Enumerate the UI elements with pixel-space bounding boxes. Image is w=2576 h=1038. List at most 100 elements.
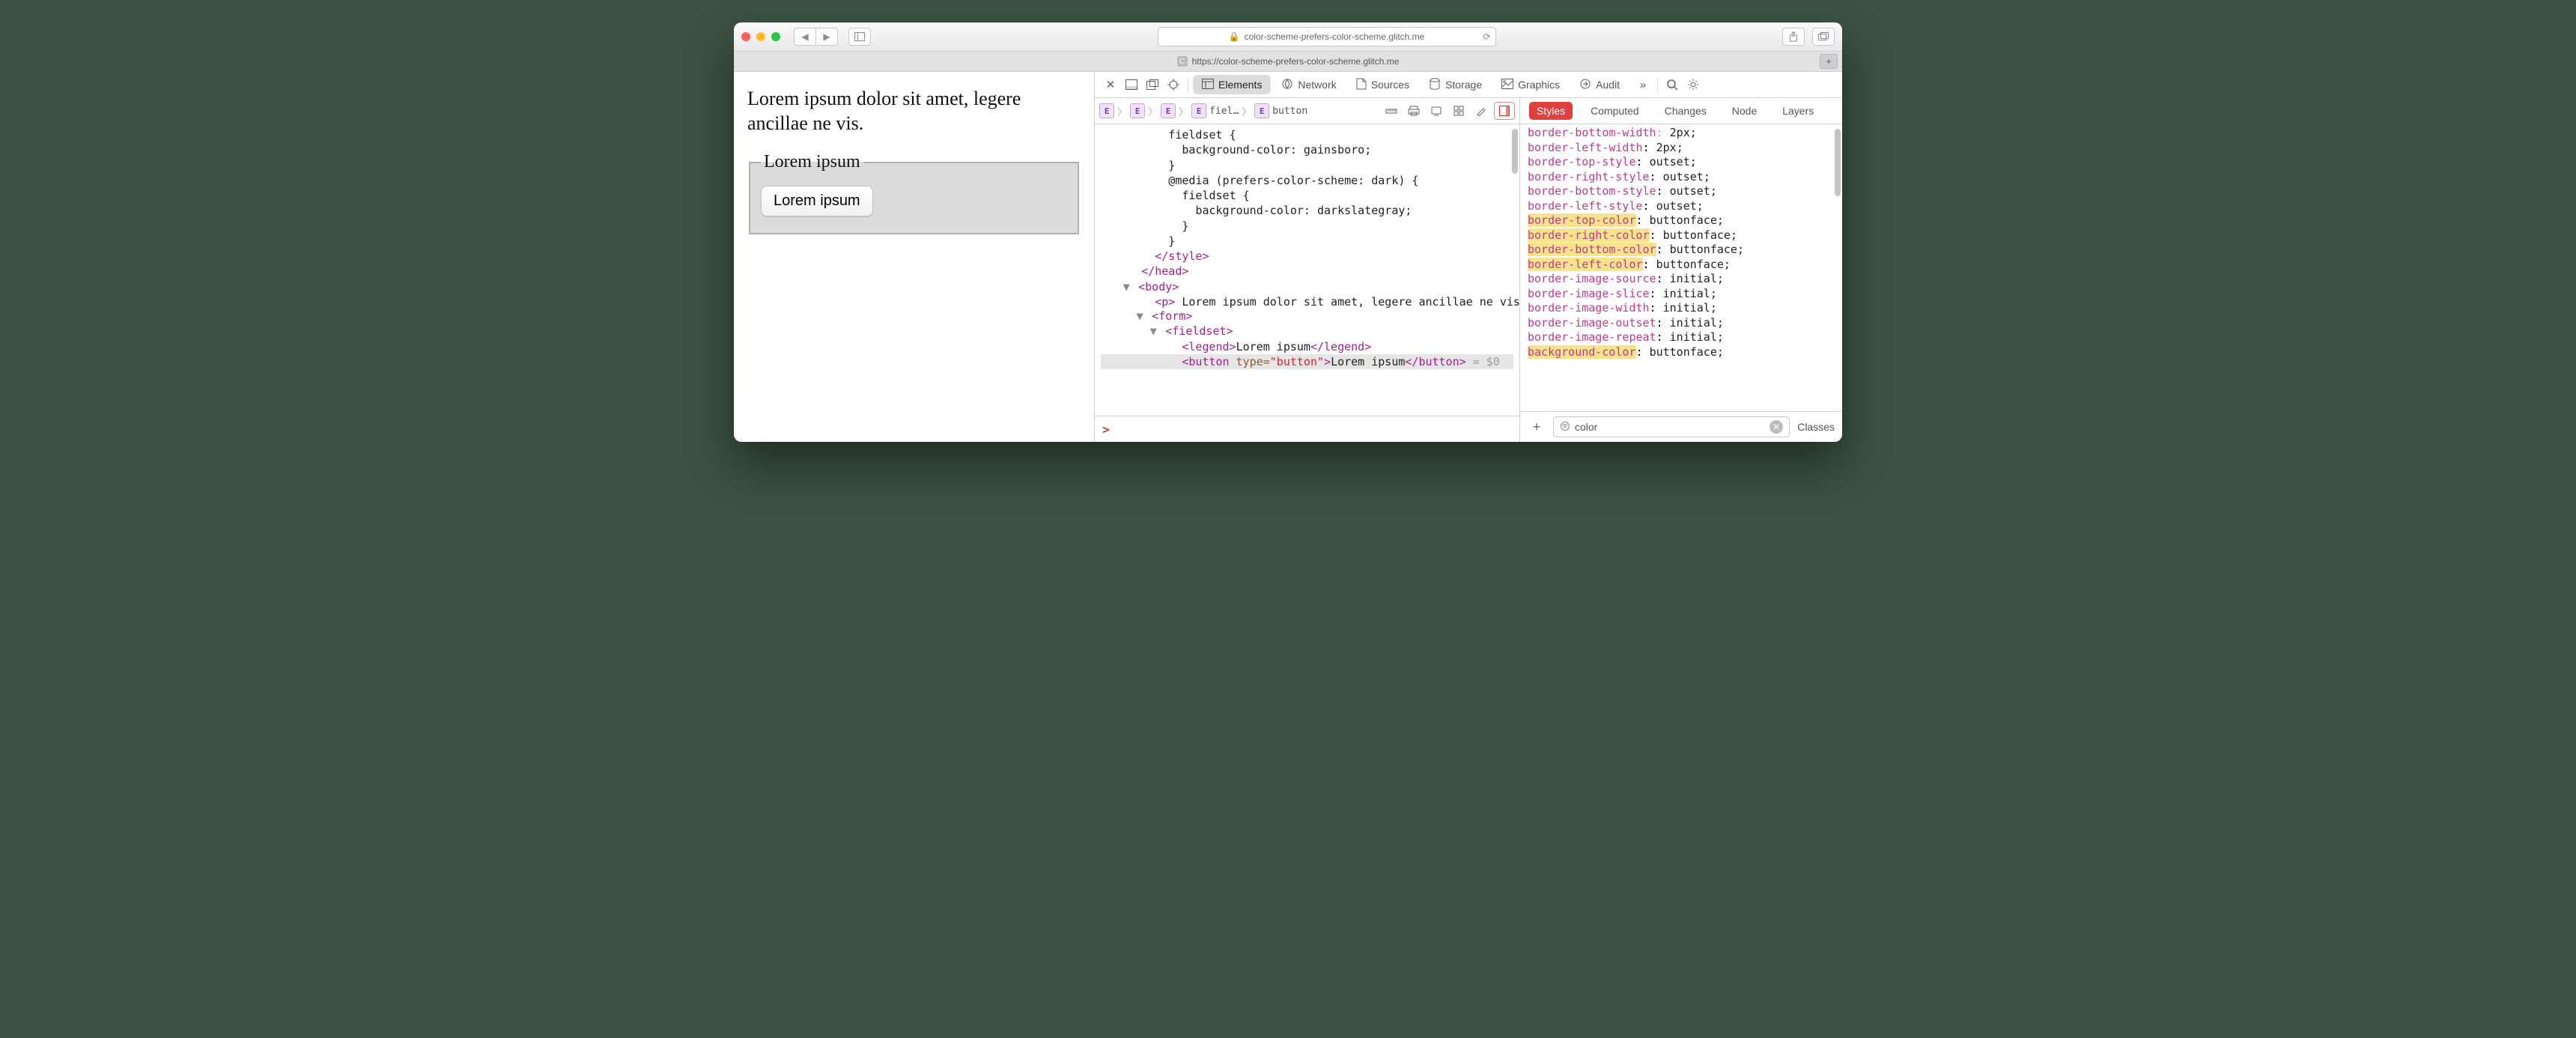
titlebar: ◀ ▶ 🔒 color-scheme-prefers-color-scheme.… [734, 22, 1842, 52]
styles-tab-styles[interactable]: Styles [1529, 102, 1573, 120]
breadcrumb-item[interactable]: E〉 [1130, 103, 1158, 118]
grid-icon[interactable] [1449, 103, 1468, 119]
search-inspector-button[interactable] [1662, 76, 1682, 94]
tab-storage[interactable]: Storage [1420, 75, 1491, 94]
dom-line[interactable]: fieldset { [1101, 188, 1513, 203]
minimize-window-button[interactable] [756, 32, 765, 41]
styles-tab-node[interactable]: Node [1725, 102, 1764, 120]
styles-tab-computed[interactable]: Computed [1583, 102, 1647, 120]
dom-line[interactable]: fieldset { [1101, 127, 1513, 142]
css-property-row[interactable]: background-color: buttonface; [1528, 345, 1835, 360]
content-split: Lorem ipsum dolor sit amet, legere ancil… [734, 72, 1842, 442]
close-window-button[interactable] [741, 32, 750, 41]
back-forward-group: ◀ ▶ [794, 28, 838, 46]
tab-sources-label: Sources [1371, 79, 1409, 91]
tabs-overview-button[interactable] [1812, 28, 1835, 46]
dom-line[interactable]: ▼ <body> [1101, 279, 1513, 294]
clear-filter-button[interactable]: ✕ [1770, 420, 1783, 434]
new-tab-button[interactable]: + [1820, 54, 1838, 69]
css-property-row[interactable]: border-bottom-color: buttonface; [1528, 243, 1835, 258]
breadcrumb-item[interactable]: E〉 [1099, 103, 1127, 118]
address-bar[interactable]: 🔒 color-scheme-prefers-color-scheme.glit… [1158, 27, 1496, 46]
css-property-row[interactable]: border-image-width: initial; [1528, 301, 1835, 316]
tab-elements[interactable]: Elements [1193, 75, 1271, 94]
ruler-icon[interactable] [1382, 103, 1401, 119]
css-property-row[interactable]: border-bottom-width: 2px; [1528, 126, 1835, 141]
device-icon[interactable] [1427, 103, 1446, 119]
tab-graphics-label: Graphics [1518, 79, 1560, 91]
share-button[interactable] [1782, 28, 1805, 46]
breadcrumb-item-fieldset[interactable]: Efiel…〉 [1191, 103, 1251, 118]
dom-line[interactable]: <legend>Lorem ipsum</legend> [1101, 339, 1513, 354]
target-icon[interactable] [1164, 76, 1183, 94]
dock-bottom-icon[interactable] [1122, 76, 1141, 94]
dom-line[interactable]: background-color: gainsboro; [1101, 142, 1513, 157]
storage-icon [1429, 78, 1441, 92]
dom-line[interactable]: ▼ <fieldset> [1101, 324, 1513, 339]
console-prompt-bar[interactable]: > [1095, 416, 1519, 442]
styles-tab-layers[interactable]: Layers [1775, 102, 1821, 120]
dom-line[interactable]: </style> [1101, 249, 1513, 264]
tab-strip: C https://color-scheme-prefers-color-sch… [734, 52, 1842, 72]
css-property-row[interactable]: border-left-color: buttonface; [1528, 258, 1835, 273]
print-styles-icon[interactable] [1404, 103, 1424, 119]
css-property-row[interactable]: border-bottom-style: outset; [1528, 184, 1835, 199]
dom-line[interactable]: </head> [1101, 264, 1513, 279]
css-property-row[interactable]: border-top-style: outset; [1528, 155, 1835, 170]
breadcrumb-item[interactable]: E〉 [1161, 103, 1188, 118]
css-property-row[interactable]: border-left-style: outset; [1528, 199, 1835, 214]
forward-button[interactable]: ▶ [816, 28, 838, 46]
styles-panel: Styles Computed Changes Node Layers bord… [1520, 98, 1842, 442]
zoom-window-button[interactable] [771, 32, 780, 41]
paintbrush-icon[interactable] [1471, 103, 1491, 119]
sidebar-toggle-button[interactable] [848, 28, 871, 46]
back-button[interactable]: ◀ [794, 28, 816, 46]
css-property-row[interactable]: border-right-color: buttonface; [1528, 228, 1835, 243]
dock-popout-icon[interactable] [1143, 76, 1162, 94]
css-property-row[interactable]: border-image-outset: initial; [1528, 316, 1835, 331]
styles-tab-bar: Styles Computed Changes Node Layers [1520, 98, 1842, 124]
css-property-row[interactable]: border-left-width: 2px; [1528, 141, 1835, 156]
dom-line[interactable]: } [1101, 158, 1513, 173]
close-inspector-button[interactable]: ✕ [1101, 76, 1120, 94]
breadcrumb-item-button[interactable]: Ebutton [1254, 103, 1307, 118]
scrollbar-thumb[interactable] [1512, 129, 1518, 174]
tab-audit[interactable]: Audit [1570, 75, 1629, 94]
dom-line[interactable]: background-color: darkslategray; [1101, 203, 1513, 218]
tab-sources[interactable]: Sources [1347, 75, 1418, 94]
network-icon [1281, 78, 1293, 92]
dom-breadcrumb-bar: E〉 E〉 E〉 Efiel…〉 Ebutton [1095, 98, 1519, 124]
page-button[interactable]: Lorem ipsum [761, 186, 873, 216]
add-rule-button[interactable]: + [1528, 418, 1546, 436]
tab-graphics[interactable]: Graphics [1492, 75, 1569, 94]
scrollbar-thumb[interactable] [1835, 129, 1841, 196]
styles-tab-changes[interactable]: Changes [1657, 102, 1714, 120]
css-property-row[interactable]: border-image-repeat: initial; [1528, 330, 1835, 345]
dom-line[interactable]: @media (prefers-color-scheme: dark) { [1101, 173, 1513, 188]
details-sidebar-toggle[interactable] [1494, 102, 1515, 120]
safari-window: ◀ ▶ 🔒 color-scheme-prefers-color-scheme.… [734, 22, 1842, 442]
css-property-row[interactable]: border-image-slice: initial; [1528, 287, 1835, 302]
dom-line[interactable]: <p> Lorem ipsum dolor sit amet, legere a… [1101, 294, 1513, 309]
inspector-settings-button[interactable] [1683, 76, 1703, 94]
tab-title[interactable]: https://color-scheme-prefers-color-schem… [1192, 56, 1400, 67]
page-fieldset: Lorem ipsum Lorem ipsum [749, 152, 1079, 234]
more-tabs-button[interactable]: » [1633, 76, 1653, 94]
tab-network[interactable]: Network [1272, 75, 1345, 94]
page-form: Lorem ipsum Lorem ipsum [747, 152, 1081, 234]
dom-line[interactable]: ▼ <form> [1101, 309, 1513, 324]
dom-line-selected[interactable]: <button type="button">Lorem ipsum</butto… [1101, 354, 1513, 369]
css-property-row[interactable]: border-image-source: initial; [1528, 272, 1835, 287]
filter-icon [1560, 421, 1570, 434]
dom-line[interactable]: } [1101, 219, 1513, 234]
styles-filter-input[interactable]: color ✕ [1553, 416, 1790, 437]
dom-tree[interactable]: fieldset { background-color: gainsboro; … [1095, 124, 1519, 416]
rendered-page: Lorem ipsum dolor sit amet, legere ancil… [734, 72, 1095, 442]
classes-toggle[interactable]: Classes [1797, 421, 1835, 433]
styles-properties-list[interactable]: border-bottom-width: 2px;border-left-wid… [1520, 124, 1842, 411]
tab-audit-label: Audit [1596, 79, 1620, 91]
css-property-row[interactable]: border-top-color: buttonface; [1528, 213, 1835, 228]
css-property-row[interactable]: border-right-style: outset; [1528, 170, 1835, 185]
reload-icon[interactable]: ⟳ [1483, 31, 1490, 42]
dom-line[interactable]: } [1101, 234, 1513, 249]
